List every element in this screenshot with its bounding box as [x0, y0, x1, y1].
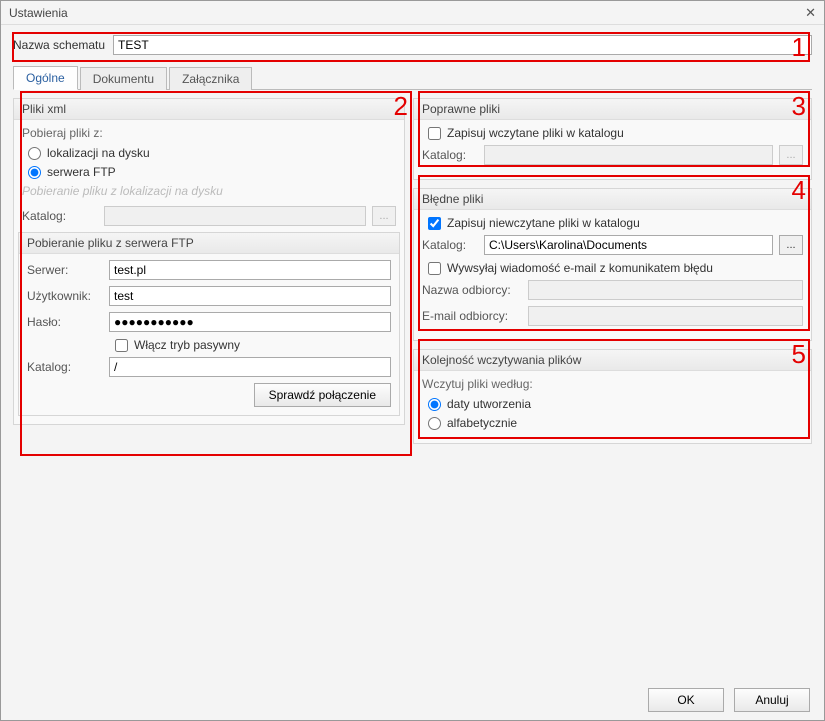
ftp-pass-row: Hasło:: [27, 312, 391, 332]
ftp-subgroup: Pobieranie pliku z serwera FTP Serwer: U…: [18, 232, 400, 416]
wrong-email-checkbox[interactable]: [428, 262, 441, 275]
correct-katalog-label: Katalog:: [422, 148, 478, 162]
wrong-save-checkbox[interactable]: [428, 217, 441, 230]
footer: OK Anuluj: [1, 680, 824, 720]
ftp-passive-checkbox[interactable]: [115, 339, 128, 352]
ftp-pass-input[interactable]: [109, 312, 391, 332]
group-wrong: Błędne pliki Zapisuj niewczytane pliki w…: [413, 188, 812, 341]
ftp-user-input[interactable]: [109, 286, 391, 306]
tab-content: Pliki xml Pobieraj pliki z: lokalizacji …: [13, 98, 812, 473]
ftp-server-input[interactable]: [109, 260, 391, 280]
correct-save-checkbox[interactable]: [428, 127, 441, 140]
cancel-button[interactable]: Anuluj: [734, 688, 810, 712]
ftp-subtitle: Pobieranie pliku z serwera FTP: [19, 233, 399, 254]
wrong-save-label: Zapisuj niewczytane pliki w katalogu: [447, 216, 640, 230]
correct-save-row: Zapisuj wczytane pliki w katalogu: [422, 126, 803, 140]
order-subtitle: Wczytuj pliki według:: [422, 377, 803, 391]
wrong-email-row: Wywsyłaj wiadomość e-mail z komunikatem …: [422, 261, 803, 275]
schema-label: Nazwa schematu: [13, 38, 105, 52]
ftp-katalog-label: Katalog:: [27, 360, 103, 374]
check-connection-button[interactable]: Sprawdź połączenie: [254, 383, 391, 407]
ok-button[interactable]: OK: [648, 688, 724, 712]
disk-subtitle: Pobieranie pliku z lokalizacji na dysku: [22, 184, 396, 198]
order-alpha-radio[interactable]: [428, 417, 441, 430]
group-order-title: Kolejność wczytywania plików: [414, 350, 811, 371]
group-xml: Pliki xml Pobieraj pliki z: lokalizacji …: [13, 98, 405, 425]
tabs: Ogólne Dokumentu Załącznika: [13, 65, 812, 90]
ftp-katalog-input[interactable]: [109, 357, 391, 377]
group-order: Kolejność wczytywania plików Wczytuj pli…: [413, 349, 812, 444]
wrong-katalog-input[interactable]: [484, 235, 773, 255]
ftp-user-row: Użytkownik:: [27, 286, 391, 306]
radio-disk[interactable]: [28, 147, 41, 160]
order-alpha-label: alfabetycznie: [447, 416, 517, 430]
right-column: Poprawne pliki Zapisuj wczytane pliki w …: [413, 98, 812, 473]
radio-ftp-row: serwera FTP: [22, 165, 396, 179]
schema-row: Nazwa schematu: [13, 35, 812, 55]
order-alpha-row: alfabetycznie: [422, 416, 803, 430]
window-title: Ustawienia: [9, 6, 68, 20]
recipient-name-label: Nazwa odbiorcy:: [422, 283, 522, 297]
wrong-katalog-row: Katalog: ...: [422, 235, 803, 255]
wrong-katalog-label: Katalog:: [422, 238, 478, 252]
schema-input[interactable]: [113, 35, 812, 55]
tab-general[interactable]: Ogólne: [13, 66, 78, 90]
group-correct: Poprawne pliki Zapisuj wczytane pliki w …: [413, 98, 812, 180]
correct-katalog-row: Katalog: ...: [422, 145, 803, 165]
radio-ftp-label: serwera FTP: [47, 165, 116, 179]
order-date-label: daty utworzenia: [447, 397, 531, 411]
ftp-passive-row: Włącz tryb pasywny: [109, 338, 391, 352]
order-date-radio[interactable]: [428, 398, 441, 411]
recipient-email-row: E-mail odbiorcy:: [422, 306, 803, 326]
order-date-row: daty utworzenia: [422, 397, 803, 411]
disk-katalog-row: Katalog: ...: [22, 206, 396, 226]
wrong-save-row: Zapisuj niewczytane pliki w katalogu: [422, 216, 803, 230]
settings-window: Ustawienia ✕ Nazwa schematu Ogólne Dokum…: [0, 0, 825, 721]
disk-katalog-label: Katalog:: [22, 209, 98, 223]
group-correct-title: Poprawne pliki: [414, 99, 811, 120]
ftp-user-label: Użytkownik:: [27, 289, 103, 303]
recipient-email-label: E-mail odbiorcy:: [422, 309, 522, 323]
recipient-name-row: Nazwa odbiorcy:: [422, 280, 803, 300]
tab-attachment[interactable]: Załącznika: [169, 67, 252, 90]
radio-ftp[interactable]: [28, 166, 41, 179]
ftp-server-row: Serwer:: [27, 260, 391, 280]
ftp-check-row: Sprawdź połączenie: [27, 383, 391, 407]
left-column: Pliki xml Pobieraj pliki z: lokalizacji …: [13, 98, 405, 473]
correct-save-label: Zapisuj wczytane pliki w katalogu: [447, 126, 624, 140]
disk-browse-button: ...: [372, 206, 396, 226]
group-wrong-title: Błędne pliki: [414, 189, 811, 210]
close-icon[interactable]: ✕: [805, 5, 816, 21]
ftp-katalog-row: Katalog:: [27, 357, 391, 377]
correct-browse-button: ...: [779, 145, 803, 165]
recipient-name-input: [528, 280, 803, 300]
wrong-email-label: Wywsyłaj wiadomość e-mail z komunikatem …: [447, 261, 713, 275]
radio-disk-label: lokalizacji na dysku: [47, 146, 150, 160]
wrong-browse-button[interactable]: ...: [779, 235, 803, 255]
ftp-pass-label: Hasło:: [27, 315, 103, 329]
tab-document[interactable]: Dokumentu: [80, 67, 167, 90]
ftp-server-label: Serwer:: [27, 263, 103, 277]
correct-katalog-input: [484, 145, 773, 165]
window-body: Nazwa schematu Ogólne Dokumentu Załączni…: [1, 25, 824, 680]
radio-disk-row: lokalizacji na dysku: [22, 146, 396, 160]
group-xml-title: Pliki xml: [14, 99, 404, 120]
recipient-email-input: [528, 306, 803, 326]
download-from-label: Pobieraj pliki z:: [22, 126, 396, 140]
ftp-passive-label: Włącz tryb pasywny: [134, 338, 240, 352]
disk-katalog-input: [104, 206, 366, 226]
titlebar: Ustawienia ✕: [1, 1, 824, 25]
